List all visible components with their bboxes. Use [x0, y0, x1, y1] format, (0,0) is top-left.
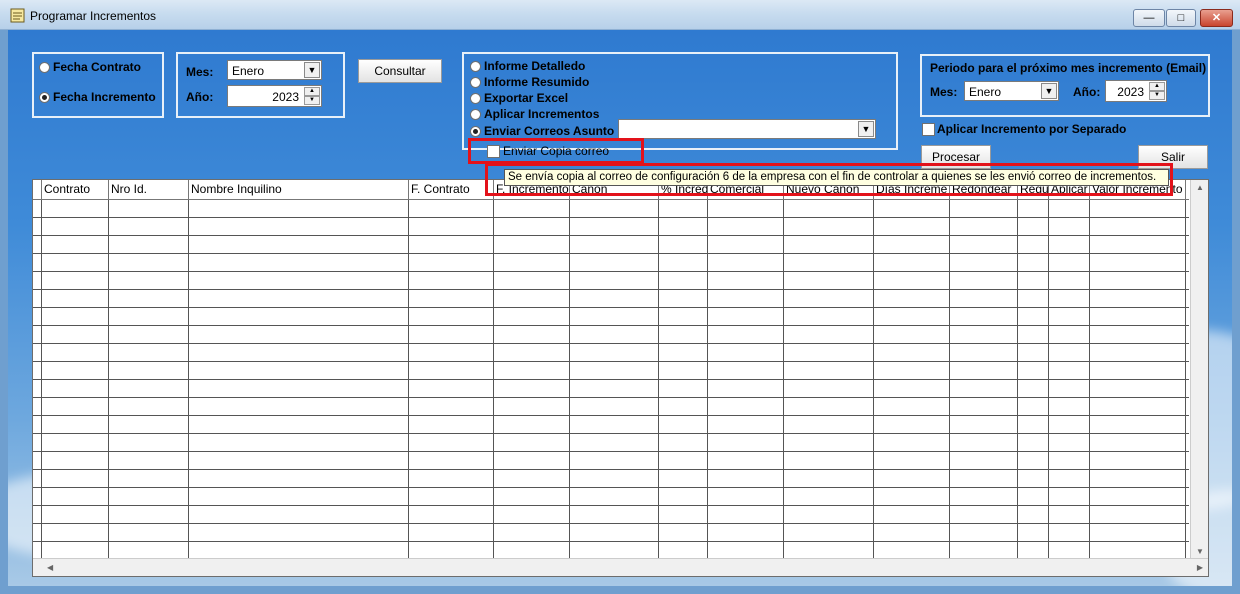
table-row-divider — [33, 343, 1189, 344]
chevron-down-icon[interactable]: ▼ — [304, 62, 320, 78]
grid-corner[interactable] — [33, 180, 42, 200]
highlight-box-tooltip — [485, 163, 1173, 196]
app-icon — [10, 8, 25, 23]
radio-aplicar-incrementos[interactable] — [470, 109, 481, 120]
next-year-label: Año: — [1073, 85, 1101, 99]
next-month-label: Mes: — [930, 85, 958, 99]
minimize-button[interactable]: — — [1133, 9, 1165, 27]
table-row-divider — [33, 487, 1189, 488]
radio-fecha-incremento-label: Fecha Incremento — [53, 90, 156, 104]
table-row-divider — [33, 217, 1189, 218]
column-divider — [949, 200, 950, 559]
next-year-value: 2023 — [1117, 85, 1144, 99]
chevron-down-icon[interactable]: ▼ — [1041, 83, 1057, 99]
chevron-down-icon[interactable]: ▼ — [858, 121, 874, 137]
consultar-button[interactable]: Consultar — [358, 59, 442, 83]
radio-informe-detallado[interactable] — [470, 61, 481, 72]
month-label: Mes: — [186, 65, 214, 79]
month-select[interactable]: Enero ▼ — [227, 60, 322, 80]
column-header[interactable]: Contrato — [42, 180, 109, 200]
spin-up-icon[interactable]: ▲ — [1149, 82, 1165, 91]
radio-informe-resumido[interactable] — [470, 77, 481, 88]
radio-exportar-excel[interactable] — [470, 93, 481, 104]
maximize-button[interactable]: □ — [1166, 9, 1196, 27]
column-header[interactable]: Nombre Inquilino — [189, 180, 409, 200]
scroll-up-icon[interactable]: ▲ — [1196, 183, 1204, 192]
radio-fecha-contrato[interactable] — [39, 62, 50, 73]
radio-enviar-correos[interactable] — [470, 126, 481, 137]
aplicar-separado-checkbox[interactable] — [922, 123, 935, 136]
maximize-icon: □ — [1177, 12, 1185, 24]
horizontal-scrollbar[interactable]: ◀ ▶ — [33, 558, 1208, 576]
column-divider — [1089, 200, 1090, 559]
table-row-divider — [33, 325, 1189, 326]
minimize-icon: — — [1143, 12, 1155, 24]
column-divider — [108, 200, 109, 559]
table-row-divider — [33, 397, 1189, 398]
year-spinner[interactable]: 2023 ▲ ▼ — [227, 85, 322, 107]
scroll-down-icon[interactable]: ▼ — [1196, 547, 1204, 556]
table-row-divider — [33, 541, 1189, 542]
table-row-divider — [33, 361, 1189, 362]
column-divider — [1185, 200, 1186, 559]
radio-fecha-incremento[interactable] — [39, 92, 50, 103]
scroll-right-icon[interactable]: ▶ — [1197, 563, 1203, 572]
table-row-divider — [33, 307, 1189, 308]
column-divider — [1017, 200, 1018, 559]
column-header[interactable]: Nro Id. — [109, 180, 189, 200]
table-row-divider — [33, 289, 1189, 290]
table-row-divider — [33, 469, 1189, 470]
radio-informe-resumido-label: Informe Resumido — [484, 75, 590, 89]
radio-aplicar-incrementos-label: Aplicar Incrementos — [484, 107, 600, 121]
radio-informe-detallado-label: Informe Detalledo — [484, 59, 586, 73]
column-divider — [783, 200, 784, 559]
highlight-box-checkbox — [468, 138, 644, 164]
radio-exportar-excel-label: Exportar Excel — [484, 91, 569, 105]
next-month-select[interactable]: Enero ▼ — [964, 81, 1059, 101]
asunto-select[interactable]: ▼ — [618, 119, 876, 139]
scroll-left-icon[interactable]: ◀ — [47, 563, 53, 572]
table-row-divider — [33, 433, 1189, 434]
column-divider — [569, 200, 570, 559]
radio-fecha-contrato-label: Fecha Contrato — [53, 60, 142, 74]
spin-down-icon[interactable]: ▼ — [304, 96, 320, 105]
radio-enviar-correos-label: Enviar Correos Asunto — [484, 124, 615, 138]
window-title: Programar Incrementos — [30, 9, 157, 23]
year-value: 2023 — [272, 90, 299, 104]
column-header[interactable]: F. Contrato — [409, 180, 494, 200]
column-divider — [41, 200, 42, 559]
next-month-value: Enero — [969, 85, 1002, 99]
table-row-divider — [33, 505, 1189, 506]
table-row-divider — [33, 379, 1189, 380]
grid-rows[interactable] — [33, 200, 1189, 560]
next-increment-title: Periodo para el próximo mes incremento (… — [930, 61, 1207, 75]
table-row-divider — [33, 235, 1189, 236]
column-divider — [408, 200, 409, 559]
spin-down-icon[interactable]: ▼ — [1149, 91, 1165, 100]
column-divider — [188, 200, 189, 559]
close-icon: ✕ — [1211, 12, 1222, 24]
form-client-area: Fecha Contrato Fecha Incremento Mes: Ene… — [8, 30, 1232, 586]
column-divider — [707, 200, 708, 559]
column-divider — [658, 200, 659, 559]
increments-grid[interactable]: Contrato Nro Id. Nombre Inquilino F. Contra… — [32, 179, 1209, 577]
month-value: Enero — [232, 64, 265, 78]
next-year-spinner[interactable]: 2023 ▲ ▼ — [1105, 80, 1167, 102]
close-button[interactable]: ✕ — [1200, 9, 1233, 27]
table-row-divider — [33, 451, 1189, 452]
spin-up-icon[interactable]: ▲ — [304, 87, 320, 96]
table-row-divider — [33, 523, 1189, 524]
table-row-divider — [33, 415, 1189, 416]
column-divider — [873, 200, 874, 559]
column-divider — [1048, 200, 1049, 559]
title-bar: Programar Incrementos — □ ✕ — [0, 0, 1240, 30]
year-label: Año: — [186, 90, 214, 104]
table-row-divider — [33, 253, 1189, 254]
table-row-divider — [33, 271, 1189, 272]
aplicar-separado-label: Aplicar Incremento por Separado — [937, 122, 1127, 136]
vertical-scrollbar[interactable]: ▲ ▼ — [1190, 180, 1208, 559]
column-divider — [493, 200, 494, 559]
